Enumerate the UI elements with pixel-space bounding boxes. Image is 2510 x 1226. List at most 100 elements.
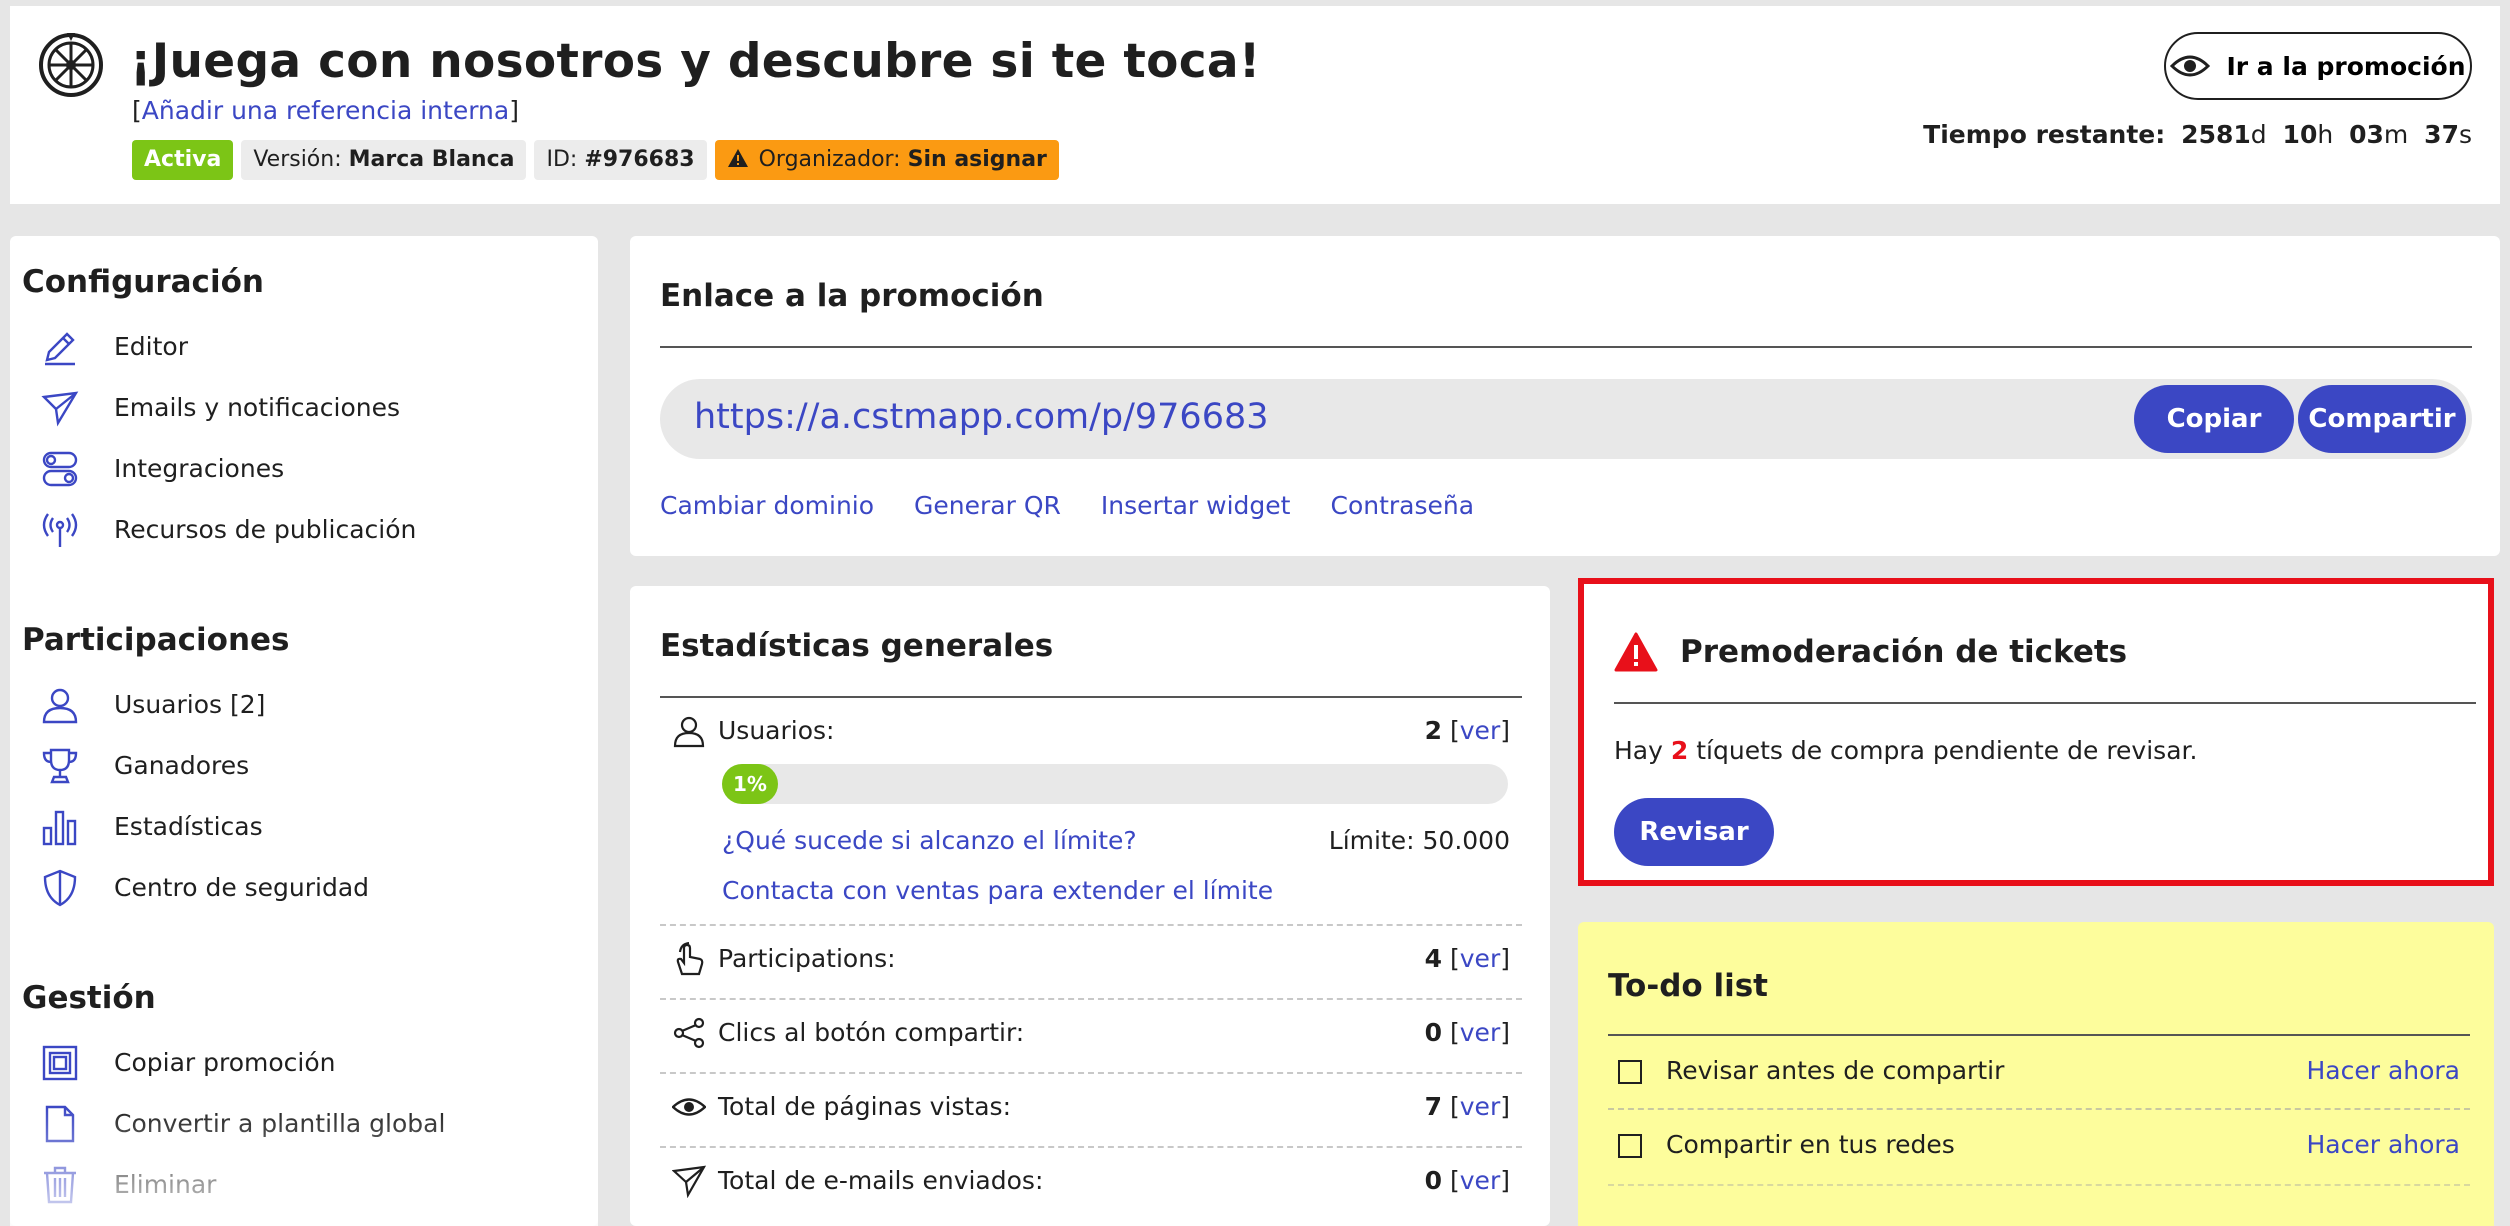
version-value: Marca Blanca <box>348 147 515 172</box>
sidebar-heading-participaciones: Participaciones <box>22 622 290 658</box>
see-pageviews-link[interactable]: ver <box>1460 1092 1500 1121</box>
pencil-icon <box>40 327 80 367</box>
promotion-link-panel: Enlace a la promoción https://a.cstmapp.… <box>630 236 2500 556</box>
review-button[interactable]: Revisar <box>1614 798 1774 866</box>
bar-chart-icon <box>40 807 80 847</box>
sidebar-item-usuarios[interactable]: Usuarios [2] <box>22 674 586 735</box>
share-button[interactable]: Compartir <box>2298 385 2466 453</box>
dashed-divider <box>1608 1108 2470 1110</box>
trophy-icon <box>40 746 80 786</box>
limit-row: ¿Qué sucede si alcanzo el límite? Límite… <box>660 826 1522 860</box>
user-icon <box>673 716 705 748</box>
stat-row-emails: Total de e-mails enviados: 0 [ver] <box>660 1165 1522 1200</box>
stat-row-participations: Participations: 4 [ver] <box>660 942 1522 978</box>
add-internal-reference-link[interactable]: Añadir una referencia interna <box>142 96 509 125</box>
sidebar-item-plantilla[interactable]: Convertir a plantilla global <box>22 1093 586 1154</box>
copy-button[interactable]: Copiar <box>2134 385 2294 453</box>
time-minutes: 03 <box>2349 120 2384 149</box>
divider <box>660 346 2472 348</box>
insert-widget-link[interactable]: Insertar widget <box>1101 491 1291 520</box>
sidebar-item-label: Ganadores <box>114 751 250 780</box>
promotion-header: ¡Juega con nosotros y descubre si te toc… <box>10 6 2500 204</box>
todo-checkbox[interactable] <box>1618 1060 1642 1084</box>
contact-sales-row: Contacta con ventas para extender el lím… <box>660 876 1522 910</box>
limit-question-link[interactable]: ¿Qué sucede si alcanzo el límite? <box>722 826 1137 855</box>
sidebar-item-label: Copiar promoción <box>114 1048 336 1077</box>
version-badge: Versión: Marca Blanca <box>241 140 527 180</box>
sidebar-heading-gestion: Gestión <box>22 980 156 1016</box>
organizer-badge[interactable]: Organizador: Sin asignar <box>714 140 1059 180</box>
see-participations-link[interactable]: ver <box>1460 944 1500 973</box>
sidebar-item-label: Integraciones <box>114 454 285 483</box>
time-seconds: 37 <box>2424 120 2459 149</box>
shield-icon <box>40 868 80 908</box>
todo-label: Compartir en tus redes <box>1666 1130 1955 1159</box>
sidebar-item-emails[interactable]: Emails y notificaciones <box>22 377 586 438</box>
pending-ticket-count: 2 <box>1670 736 1689 765</box>
id-value: #976683 <box>584 147 695 172</box>
stat-value: 0 [ver] <box>1424 1018 1510 1047</box>
sidebar-item-editor[interactable]: Editor <box>22 316 586 377</box>
do-now-link[interactable]: Hacer ahora <box>2306 1056 2460 1085</box>
sidebar-item-seguridad[interactable]: Centro de seguridad <box>22 857 586 918</box>
organizer-label: Organizador: <box>758 147 901 172</box>
promotion-url-field: https://a.cstmapp.com/p/976683 Copiar Co… <box>660 379 2472 459</box>
see-shares-link[interactable]: ver <box>1460 1018 1500 1047</box>
share-icon <box>673 1017 705 1049</box>
change-domain-link[interactable]: Cambiar dominio <box>660 491 874 520</box>
sidebar-item-label: Estadísticas <box>114 812 263 841</box>
id-label: ID: <box>546 147 578 172</box>
dashed-divider <box>660 1072 1522 1074</box>
stat-row-users: Usuarios: 2 [ver] <box>660 716 1522 750</box>
time-seconds-unit: s <box>2458 120 2472 149</box>
time-remaining: Tiempo restante: 2581d 10h 03m 37s <box>1923 120 2472 149</box>
sidebar-item-estadisticas[interactable]: Estadísticas <box>22 796 586 857</box>
stat-row-shares: Clics al botón compartir: 0 [ver] <box>660 1017 1522 1052</box>
stat-number: 7 <box>1424 1092 1443 1121</box>
sidebar-item-integraciones[interactable]: Integraciones <box>22 438 586 499</box>
stat-label: Participations: <box>718 944 896 973</box>
ref-bracket-open: [ <box>132 96 142 125</box>
moderation-text-before: Hay <box>1614 736 1663 765</box>
sidebar-item-label: Emails y notificaciones <box>114 393 401 422</box>
moderation-message: Hay 2 tíquets de compra pendiente de rev… <box>1614 736 2197 765</box>
document-icon <box>40 1104 80 1144</box>
sidebar-item-eliminar[interactable]: Eliminar <box>22 1154 586 1215</box>
see-users-link[interactable]: ver <box>1460 716 1500 745</box>
time-remaining-label: Tiempo restante: <box>1923 120 2166 149</box>
sidebar-item-label: Editor <box>114 332 188 361</box>
version-label: Versión: <box>253 147 342 172</box>
password-link[interactable]: Contraseña <box>1330 491 1474 520</box>
trash-icon <box>40 1165 80 1205</box>
dashed-divider <box>660 998 1522 1000</box>
todo-label: Revisar antes de compartir <box>1666 1056 2005 1085</box>
alert-triangle-icon <box>1614 632 1658 672</box>
page-title: ¡Juega con nosotros y descubre si te toc… <box>130 34 1261 89</box>
stat-label: Total de páginas vistas: <box>718 1092 1012 1121</box>
stat-label: Total de e-mails enviados: <box>718 1166 1044 1195</box>
sidebar-item-copiar[interactable]: Copiar promoción <box>22 1032 586 1093</box>
sidebar-item-recursos[interactable]: Recursos de publicación <box>22 499 586 560</box>
paper-plane-icon <box>672 1165 706 1198</box>
sidebar-item-label: Usuarios [2] <box>114 690 266 719</box>
link-actions: Cambiar dominio Generar QR Insertar widg… <box>660 491 1474 520</box>
divider <box>1608 1034 2470 1036</box>
promotion-url[interactable]: https://a.cstmapp.com/p/976683 <box>694 397 1269 437</box>
paper-plane-icon <box>40 388 80 428</box>
todo-checkbox[interactable] <box>1618 1134 1642 1158</box>
go-to-promotion-button[interactable]: Ir a la promoción <box>2164 32 2472 100</box>
see-emails-link[interactable]: ver <box>1460 1166 1500 1195</box>
generate-qr-link[interactable]: Generar QR <box>914 491 1061 520</box>
contact-sales-link[interactable]: Contacta con ventas para extender el lím… <box>722 876 1273 905</box>
sidebar-heading-configuracion: Configuración <box>22 264 264 300</box>
ref-bracket-close: ] <box>509 96 519 125</box>
stat-label: Clics al botón compartir: <box>718 1018 1025 1047</box>
sidebar-item-ganadores[interactable]: Ganadores <box>22 735 586 796</box>
stat-row-pageviews: Total de páginas vistas: 7 [ver] <box>660 1092 1522 1126</box>
stat-value: 7 [ver] <box>1424 1092 1510 1121</box>
stat-number: 0 <box>1424 1018 1443 1047</box>
time-days: 2581 <box>2181 120 2251 149</box>
stat-number: 2 <box>1424 716 1443 745</box>
do-now-link[interactable]: Hacer ahora <box>2306 1130 2460 1159</box>
divider <box>660 696 1522 698</box>
